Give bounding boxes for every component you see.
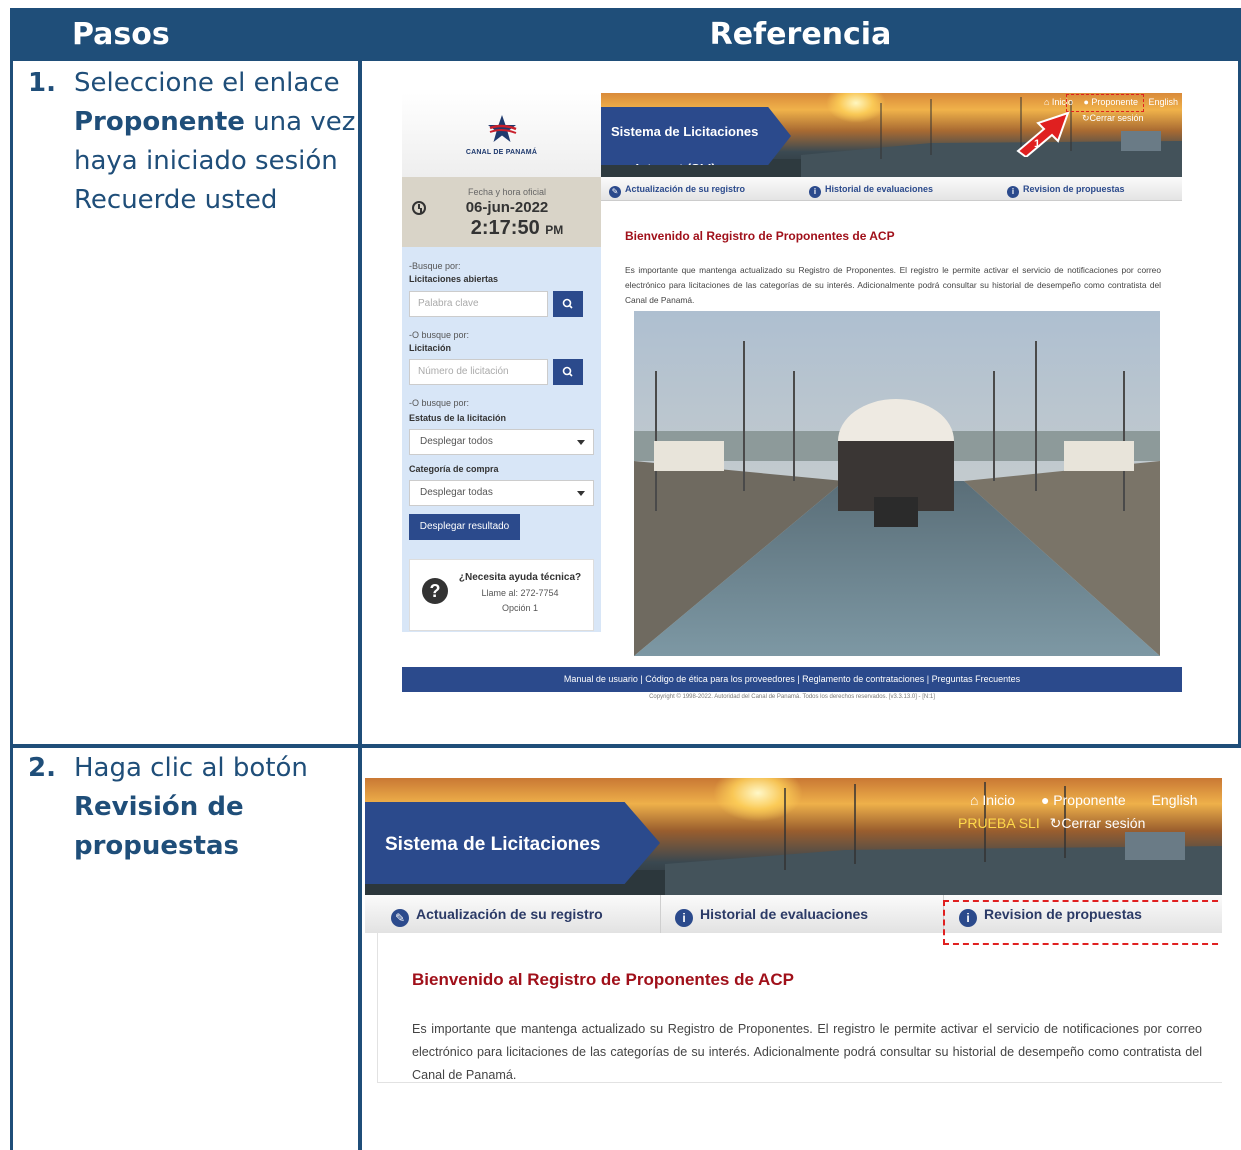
banner-title-line1: Sistema de Licitaciones [385, 834, 601, 855]
red-arrow-icon: 1 [1016, 111, 1070, 157]
step-text: Seleccione el enlace Proponente una vez … [74, 64, 356, 220]
show-results-button[interactable]: Desplegar resultado [409, 514, 520, 540]
logout-link[interactable]: ↻Cerrar sesión [1050, 815, 1146, 831]
link-english[interactable]: English [1148, 97, 1178, 107]
link-english[interactable]: English [1152, 792, 1198, 808]
search1-title: Licitaciones abiertas [409, 274, 499, 284]
link-inicio[interactable]: ⌂ Inicio [970, 792, 1015, 808]
step-text: Haga clic al botón Revisión de propuesta… [74, 749, 356, 866]
step-number: 2. [28, 753, 56, 783]
banner-title-line1: Sistema de Licitaciones [611, 124, 759, 139]
tab-label: Actualización de su registro [625, 184, 746, 194]
tab-label: Historial de evaluaciones [700, 906, 869, 922]
test-user: PRUEBA SLI [958, 815, 1040, 831]
help-option: Opción 1 [501, 603, 539, 613]
clock-ampm: PM [545, 223, 564, 237]
help-title: ¿Necesita ayuda técnica? [458, 572, 582, 583]
search3-label: -O busque por: [409, 398, 470, 408]
tab-label: Revision de propuestas [1023, 184, 1125, 194]
keyword-input[interactable]: Palabra clave [409, 291, 548, 317]
user-icon: ● [1040, 792, 1050, 808]
table-header: Pasos Referencia [10, 8, 1241, 61]
logout-label: Cerrar sesión [1061, 815, 1146, 831]
logo-area: CANAL DE PANAMÁ [402, 93, 601, 177]
header-referencia: Referencia [709, 17, 892, 52]
logout-link[interactable]: ↻Cerrar sesión [1082, 113, 1144, 124]
chevron-down-icon [577, 491, 585, 496]
step-text-bold: Revisión de propuestas [74, 792, 244, 861]
tab-update-registry[interactable]: ✎ Actualización de su registro [609, 177, 745, 201]
tab-divider [660, 895, 661, 933]
info-icon: i [675, 909, 693, 927]
help-box: ? ¿Necesita ayuda técnica? Llame al: 272… [409, 559, 594, 631]
status-select[interactable]: Desplegar todos [409, 429, 594, 455]
tab-bar: ✎ Actualización de su registro i Historial… [601, 177, 1182, 201]
info-icon: i [1007, 186, 1019, 198]
table-border-left [10, 61, 13, 1150]
banner-title: Sistema de Licitacionespor Internet (SLI… [601, 107, 791, 165]
tender-search-button[interactable] [553, 359, 583, 385]
tender-number-input[interactable]: Número de licitación [409, 359, 548, 385]
logout-icon: ↻ [1049, 815, 1062, 831]
category-select[interactable]: Desplegar todas [409, 480, 594, 506]
clock-time-value: 2:17:50 [470, 217, 540, 239]
copyright: Copyright © 1998-2022. Autoridad del Can… [649, 694, 935, 700]
tab-label: Historial de evaluaciones [825, 184, 934, 194]
search2-label: -O busque por: [409, 330, 470, 340]
arrow-label: 1 [1034, 138, 1040, 150]
wrench-icon: ✎ [391, 909, 409, 927]
welcome-body: Es importante que mantenga actualizado s… [625, 265, 1161, 305]
status-select-value: Desplegar todos [420, 436, 493, 447]
user-row: PRUEBA SLI ↻Cerrar sesión [958, 815, 1145, 832]
clock-label: Fecha y hora oficial [467, 187, 547, 197]
clock-icon [412, 201, 426, 215]
chevron-down-icon [577, 440, 585, 445]
logout-icon: ↻ [1082, 113, 1090, 123]
logout-label: Cerrar sesión [1089, 113, 1144, 123]
welcome-heading: Bienvenido al Registro de Proponentes de… [625, 229, 895, 243]
row-separator [10, 744, 1241, 748]
help-phone: Llame al: 272-7754 [481, 588, 559, 598]
footer-links[interactable]: Manual de usuario | Código de ética para… [402, 667, 1182, 692]
search1-label: -Busque por: [409, 261, 461, 271]
canal-lock-photo [634, 311, 1160, 656]
tab-label: Actualización de su registro [416, 906, 603, 922]
clock-date: 06-jun-2022 [465, 199, 549, 216]
link-inicio-label: Inicio [982, 792, 1016, 808]
banner-title: Sistema de Licitacionespor Internet (SLI… [365, 802, 660, 884]
table-border-middle [358, 61, 362, 1150]
home-icon: ⌂ [970, 792, 979, 808]
acp-star-logo-icon [488, 115, 517, 142]
category-title: Categoría de compra [409, 464, 499, 474]
category-select-value: Desplegar todas [420, 487, 493, 498]
keyword-search-button[interactable] [553, 291, 583, 317]
tab-proposal-review[interactable]: i Revision de propuestas [1007, 177, 1125, 201]
link-proponente[interactable]: ● Proponente [1041, 792, 1126, 808]
header-pasos: Pasos [72, 17, 170, 52]
status-title: Estatus de la licitación [409, 413, 507, 423]
wrench-icon: ✎ [609, 186, 621, 198]
tab-evaluation-history[interactable]: i Historial de evaluaciones [809, 177, 933, 201]
home-icon: ⌂ [1043, 97, 1050, 107]
help-icon: ? [422, 578, 448, 604]
clock-time: 2:17:50 PM [442, 217, 592, 240]
search2-title: Licitación [409, 343, 452, 353]
search-icon [562, 298, 573, 309]
step-text-before: Haga clic al botón [74, 753, 308, 783]
step-text-bold: Proponente [74, 107, 245, 137]
tab-evaluation-history[interactable]: i Historial de evaluaciones [675, 895, 868, 933]
tab-update-registry[interactable]: ✎ Actualización de su registro [391, 895, 603, 933]
step-text-before: Seleccione el enlace [74, 68, 340, 98]
search-icon [562, 366, 573, 377]
logo-text: CANAL DE PANAMÁ [465, 149, 538, 156]
welcome-body: Es importante que mantenga actualizado s… [412, 1022, 1202, 1082]
reference-screenshot-2: Sistema de Licitacionespor Internet (SLI… [365, 778, 1222, 1084]
top-links: ⌂ Inicio ● Proponente English [970, 792, 1220, 808]
reference-screenshot-1: CANAL DE PANAMÁ Sistema de Licitacionesp… [402, 93, 1182, 706]
step-number: 1. [28, 68, 56, 98]
link-proponente-label: Proponente [1053, 792, 1126, 808]
info-icon: i [809, 186, 821, 198]
welcome-heading: Bienvenido al Registro de Proponentes de… [412, 970, 794, 989]
